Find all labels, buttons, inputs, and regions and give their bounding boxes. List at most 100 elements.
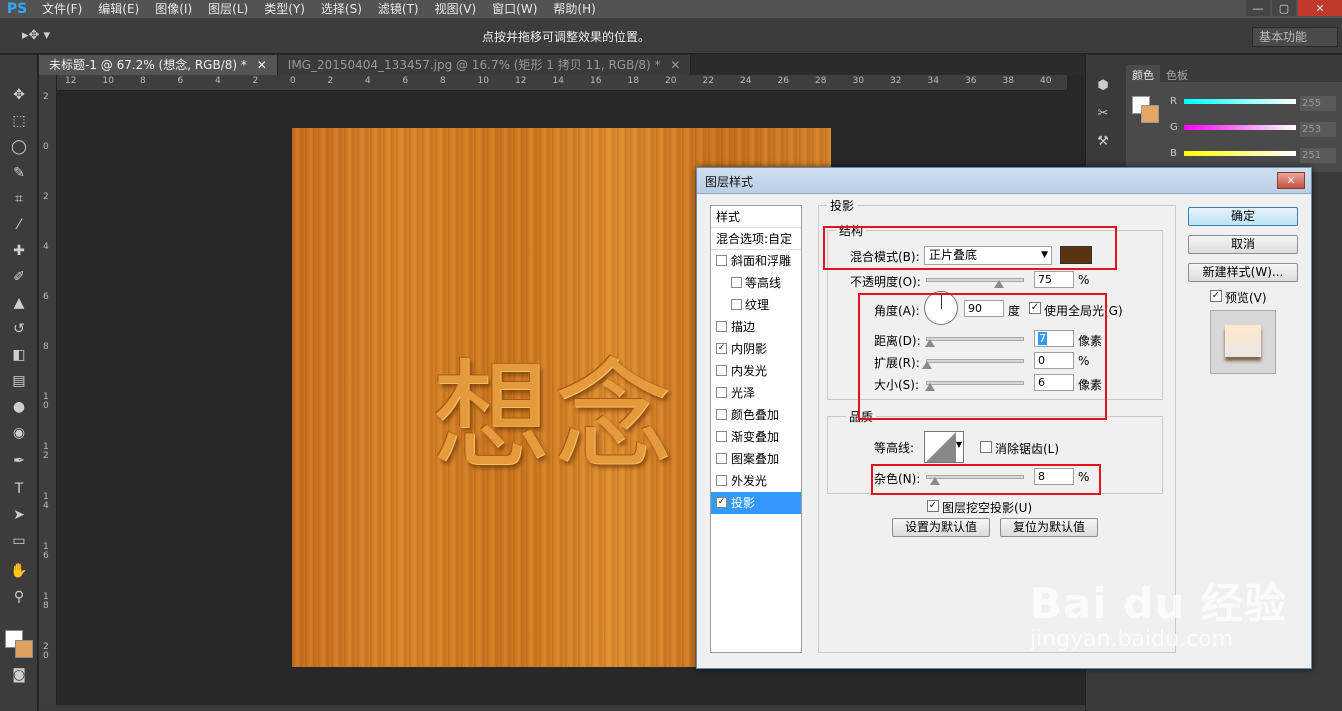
style-item[interactable]: 描边 (711, 316, 801, 338)
style-item[interactable]: 颜色叠加 (711, 404, 801, 426)
blend-mode-select[interactable]: 正片叠底 ▼ (924, 246, 1052, 265)
type-tool-icon[interactable]: T (9, 479, 29, 499)
eraser-tool-icon[interactable]: ◧ (9, 345, 29, 365)
canvas-text-layer[interactable]: 想念 (432, 320, 676, 491)
hand-tool-icon[interactable]: ✋ (9, 561, 29, 581)
style-item[interactable]: ✓ 内阴影 (711, 338, 801, 360)
tab-close-icon[interactable]: ✕ (670, 58, 680, 72)
pen-tool-icon[interactable]: ✒ (9, 451, 29, 471)
close-app-button[interactable]: ✕ (1298, 0, 1342, 16)
healing-brush-tool-icon[interactable]: ✚ (9, 241, 29, 261)
anti-alias-checkbox[interactable] (980, 441, 992, 453)
noise-slider-thumb[interactable] (929, 477, 940, 485)
history-brush-tool-icon[interactable]: ↺ (9, 319, 29, 339)
size-input[interactable]: 6 (1034, 374, 1074, 391)
style-list-header[interactable]: 样式 (711, 206, 801, 228)
style-item[interactable]: 光泽 (711, 382, 801, 404)
crop-tool-icon[interactable]: ⌗ (9, 189, 29, 209)
spread-input[interactable]: 0 (1034, 352, 1074, 369)
distance-input[interactable]: 7 (1034, 330, 1074, 347)
new-style-button[interactable]: 新建样式(W)... (1188, 263, 1298, 282)
menu-type[interactable]: 类型(Y) (256, 0, 313, 18)
marquee-tool-icon[interactable]: ⬚ (9, 111, 29, 131)
minimize-button[interactable]: — (1246, 0, 1270, 16)
preview-checkbox[interactable]: ✓ (1210, 290, 1222, 302)
opacity-slider-thumb[interactable] (994, 280, 1004, 288)
dodge-tool-icon[interactable]: ◉ (9, 423, 29, 443)
workspace-switcher[interactable]: 基本功能 (1252, 27, 1338, 47)
angle-input[interactable]: 90 (964, 300, 1004, 317)
style-item-checkbox[interactable]: ✓ (716, 343, 727, 354)
contour-picker[interactable]: ▼ (924, 431, 964, 463)
blending-options-item[interactable]: 混合选项:自定 (711, 228, 801, 250)
reset-default-button[interactable]: 复位为默认值 (1000, 518, 1098, 537)
style-item[interactable]: ✓ 投影 (711, 492, 801, 514)
knockout-checkbox[interactable]: ✓ (927, 500, 939, 512)
3d-panel-icon[interactable]: ⬢ (1092, 75, 1114, 97)
brush-tool-icon[interactable]: ✐ (9, 267, 29, 287)
angle-dial[interactable] (924, 291, 958, 325)
style-item[interactable]: 纹理 (711, 294, 801, 316)
style-item[interactable]: 渐变叠加 (711, 426, 801, 448)
menu-image[interactable]: 图像(I) (147, 0, 200, 18)
style-item-checkbox[interactable] (716, 321, 727, 332)
style-item-checkbox[interactable] (716, 255, 727, 266)
tab-document-2[interactable]: IMG_20150404_133457.jpg @ 16.7% (矩形 1 拷贝… (277, 55, 692, 75)
style-item[interactable]: 外发光 (711, 470, 801, 492)
lasso-tool-icon[interactable]: ◯ (9, 137, 29, 157)
menu-file[interactable]: 文件(F) (34, 0, 90, 18)
size-slider-thumb[interactable] (924, 383, 935, 391)
tab-document-1[interactable]: 未标题-1 @ 67.2% (想念, RGB/8) * ✕ (39, 55, 278, 75)
color-panel-background-swatch[interactable] (1141, 105, 1159, 123)
stamp-tool-icon[interactable]: ▲ (9, 293, 29, 313)
tool-presets-icon[interactable]: ⚒ (1092, 131, 1114, 153)
channel-r-value[interactable]: 255 (1300, 96, 1336, 111)
dialog-title-bar[interactable]: 图层样式 ✕ (697, 168, 1311, 194)
noise-input[interactable]: 8 (1034, 468, 1074, 485)
style-item-checkbox[interactable] (731, 277, 742, 288)
opacity-slider[interactable] (926, 278, 1024, 288)
menu-window[interactable]: 窗口(W) (484, 0, 545, 18)
spread-slider-thumb[interactable] (922, 361, 932, 369)
noise-slider[interactable] (926, 475, 1024, 485)
style-item-checkbox[interactable] (716, 409, 727, 420)
channel-g-value[interactable]: 253 (1300, 122, 1336, 137)
eyedropper-tool-icon[interactable]: ⁄ (9, 215, 29, 235)
style-item-checkbox[interactable] (716, 387, 727, 398)
style-item[interactable]: 内发光 (711, 360, 801, 382)
distance-slider-thumb[interactable] (924, 339, 935, 347)
style-item-checkbox[interactable] (716, 431, 727, 442)
shadow-color-swatch[interactable] (1060, 246, 1092, 264)
move-tool-icon[interactable]: ✥ (9, 85, 29, 105)
style-item-checkbox[interactable] (716, 365, 727, 376)
cancel-button[interactable]: 取消 (1188, 235, 1298, 254)
global-light-checkbox[interactable]: ✓ (1029, 302, 1041, 314)
menu-view[interactable]: 视图(V) (427, 0, 485, 18)
ok-button[interactable]: 确定 (1188, 207, 1298, 226)
make-default-button[interactable]: 设置为默认值 (892, 518, 990, 537)
style-item-checkbox[interactable] (731, 299, 742, 310)
path-select-tool-icon[interactable]: ➤ (9, 505, 29, 525)
style-item[interactable]: 斜面和浮雕 (711, 250, 801, 272)
menu-edit[interactable]: 编辑(E) (90, 0, 147, 18)
background-color-swatch[interactable] (15, 640, 33, 658)
menu-layer[interactable]: 图层(L) (200, 0, 256, 18)
gradient-tool-icon[interactable]: ▤ (9, 371, 29, 391)
quick-mask-icon[interactable]: ◙ (9, 665, 29, 685)
blur-tool-icon[interactable]: ● (9, 397, 29, 417)
channel-r-slider[interactable] (1184, 99, 1296, 104)
style-item[interactable]: 等高线 (711, 272, 801, 294)
channel-g-slider[interactable] (1184, 125, 1296, 130)
size-slider[interactable] (924, 381, 1024, 391)
quick-select-tool-icon[interactable]: ✎ (9, 163, 29, 183)
style-item-checkbox[interactable]: ✓ (716, 497, 727, 508)
tool-preset-picker[interactable]: ▸✥ ▾ (22, 28, 50, 43)
zoom-tool-icon[interactable]: ⚲ (9, 587, 29, 607)
menu-filter[interactable]: 滤镜(T) (370, 0, 427, 18)
menu-help[interactable]: 帮助(H) (545, 0, 603, 18)
tab-close-icon[interactable]: ✕ (257, 58, 267, 72)
channel-b-slider[interactable] (1184, 151, 1296, 156)
distance-slider[interactable] (924, 337, 1024, 347)
opacity-input[interactable]: 75 (1034, 271, 1074, 288)
restore-button[interactable]: ▢ (1272, 0, 1296, 16)
